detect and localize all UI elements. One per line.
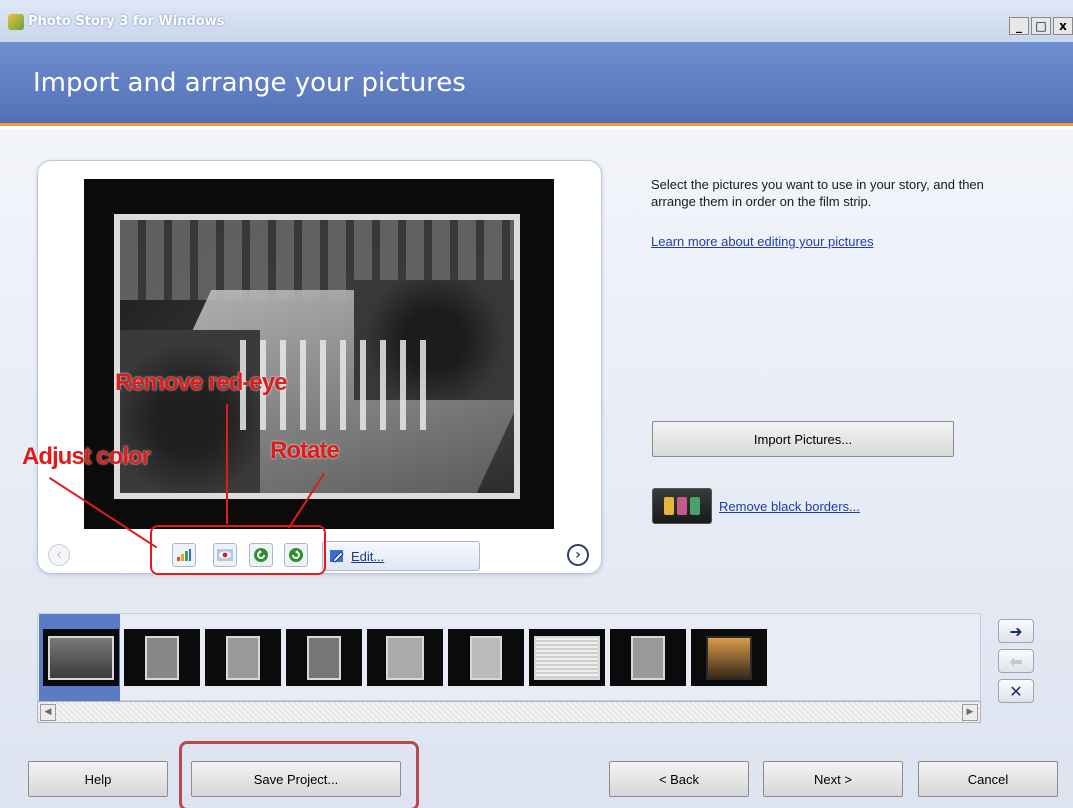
thumbnail-6[interactable] xyxy=(448,629,524,686)
window-title: Photo Story 3 for Windows xyxy=(28,14,225,29)
learn-more-link[interactable]: Learn more about editing your pictures xyxy=(651,234,874,249)
thumbnail-3[interactable] xyxy=(205,629,281,686)
import-pictures-button[interactable]: Import Pictures... xyxy=(652,421,954,457)
next-picture-button[interactable]: › xyxy=(567,544,589,566)
delete-picture-button[interactable]: ✕ xyxy=(998,679,1034,703)
edit-icon xyxy=(330,550,344,563)
title-bar: Photo Story 3 for Windows _ □ x xyxy=(0,0,1073,42)
thumbnail-7[interactable] xyxy=(529,629,605,686)
preview-panel: ‹ › Edit... xyxy=(37,160,602,574)
edit-label: Edit... xyxy=(351,548,385,564)
close-button[interactable]: x xyxy=(1053,17,1073,35)
scroll-left-button[interactable]: ◀ xyxy=(40,704,56,721)
annotation-adjust-color: Adjust color xyxy=(22,443,151,470)
window-controls: _ □ x xyxy=(1009,17,1073,35)
back-button[interactable]: < Back xyxy=(609,761,749,797)
annotation-remove-red-eye: Remove red-eye xyxy=(115,369,287,396)
photo-crowd-left xyxy=(120,330,260,493)
move-left-button[interactable]: ⬅ xyxy=(998,649,1034,673)
main-content: ‹ › Edit... Remove red-eye Adjust color … xyxy=(0,129,1073,808)
maximize-button[interactable]: □ xyxy=(1031,17,1051,35)
next-button[interactable]: Next > xyxy=(763,761,903,797)
move-right-button[interactable]: ➜ xyxy=(998,619,1034,643)
thumbnail-2[interactable] xyxy=(124,629,200,686)
thumbnail-5[interactable] xyxy=(367,629,443,686)
thumbnail-8[interactable] xyxy=(610,629,686,686)
photo-preview xyxy=(84,179,554,529)
remove-black-borders-icon[interactable] xyxy=(652,488,712,524)
thumbnail-9[interactable] xyxy=(691,629,767,686)
annotation-toolbar-highlight xyxy=(150,525,326,575)
minimize-button[interactable]: _ xyxy=(1009,17,1029,35)
page-header: Import and arrange your pictures xyxy=(0,42,1073,126)
annotation-rotate: Rotate xyxy=(270,437,340,464)
filmstrip-scrollbar[interactable]: ◀ ▶ xyxy=(37,701,981,723)
thumbnail-4[interactable] xyxy=(286,629,362,686)
edit-button[interactable]: Edit... xyxy=(322,541,480,571)
instructions-text: Select the pictures you want to use in y… xyxy=(651,177,984,209)
scroll-right-button[interactable]: ▶ xyxy=(962,704,978,721)
annotation-arrow-red-eye xyxy=(226,404,228,524)
filmstrip xyxy=(37,613,981,701)
help-button[interactable]: Help xyxy=(28,761,168,797)
previous-picture-button[interactable]: ‹ xyxy=(48,544,70,566)
cancel-button[interactable]: Cancel xyxy=(918,761,1058,797)
page-title: Import and arrange your pictures xyxy=(33,68,466,98)
app-icon xyxy=(8,14,24,30)
remove-black-borders-link[interactable]: Remove black borders... xyxy=(719,499,860,514)
thumbnail-1[interactable] xyxy=(43,629,119,686)
save-project-highlight xyxy=(179,741,419,808)
